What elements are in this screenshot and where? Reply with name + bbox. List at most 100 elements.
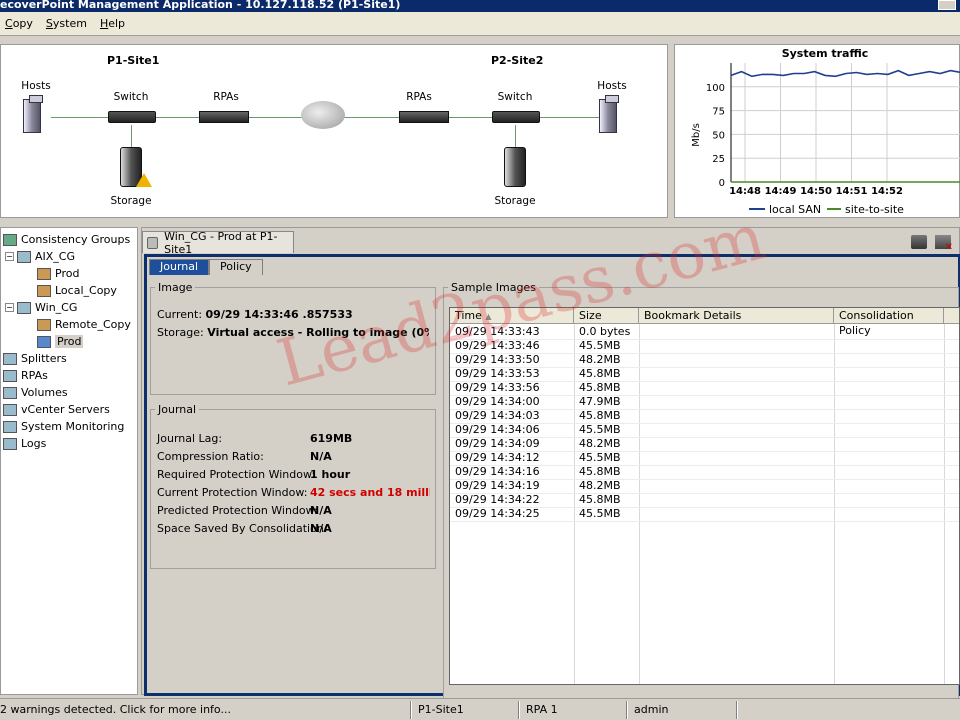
row-size[interactable]: 45.8MB	[574, 493, 639, 507]
collapse-icon[interactable]: −	[5, 303, 14, 312]
site2-label: P2-Site2	[491, 54, 544, 67]
tree-item-aix-local-copy[interactable]: Local_Copy	[37, 284, 117, 297]
column-header-time[interactable]: Time ▲	[450, 308, 574, 324]
tree-item-win-cg[interactable]: − Win_CG	[5, 301, 77, 314]
row-size[interactable]: 48.2MB	[574, 353, 639, 367]
current-window-label: Current Protection Window:	[157, 486, 308, 499]
row-time[interactable]: 09/29 14:33:56	[450, 381, 574, 395]
storage2-icon[interactable]	[504, 147, 526, 187]
navigation-tree: Consistency Groups − AIX_CG Prod Local_Co…	[0, 227, 138, 695]
image-legend: Image	[158, 281, 193, 294]
undock-icon[interactable]	[911, 235, 927, 249]
group-icon	[17, 301, 31, 314]
content-panel: Journal Policy Image Current: 09/29 14:3…	[144, 254, 960, 709]
tree-item-system-monitoring[interactable]: System Monitoring	[3, 420, 124, 433]
tab-policy[interactable]: Policy	[209, 259, 263, 275]
storage1-label: Storage	[110, 195, 152, 207]
tree-item-volumes[interactable]: Volumes	[3, 386, 68, 399]
tree-item-aix-cg[interactable]: − AIX_CG	[5, 250, 75, 263]
row-time[interactable]: 09/29 14:33:53	[450, 367, 574, 381]
tree-item-win-prod[interactable]: Prod	[37, 335, 84, 348]
switch1-icon[interactable]	[108, 111, 156, 123]
row-time[interactable]: 09/29 14:34:12	[450, 451, 574, 465]
tree-item-aix-prod[interactable]: Prod	[37, 267, 79, 280]
copy-icon	[37, 284, 51, 297]
group-icon	[17, 250, 31, 263]
row-size[interactable]: 45.5MB	[574, 451, 639, 465]
tree-item-win-remote-copy[interactable]: Remote_Copy	[37, 318, 131, 331]
chart-ytick-label: 25	[712, 154, 725, 165]
hosts1-label: Hosts	[21, 80, 51, 92]
traffic-chart: System traffic Mb/s 0 25 50 75 100 14:48 14:49…	[691, 47, 960, 216]
space-saved-label: Space Saved By Consolidation:	[157, 522, 328, 535]
compression-ratio-label: Compression Ratio:	[157, 450, 264, 463]
row-size[interactable]: 45.5MB	[574, 339, 639, 353]
hosts1-server-icon[interactable]	[19, 95, 49, 135]
rpas2-icon[interactable]	[399, 111, 449, 123]
column-header-consolidation-policy[interactable]: Consolidation Policy	[834, 308, 944, 337]
tab-win-cg-prod[interactable]: Win_CG - Prod at P1-Site1	[142, 230, 294, 256]
row-size[interactable]: 45.5MB	[574, 423, 639, 437]
monitoring-icon	[3, 420, 17, 433]
close-tab-icon[interactable]	[935, 235, 953, 253]
sort-ascending-icon: ▲	[485, 312, 492, 321]
row-size[interactable]: 45.5MB	[574, 507, 639, 521]
sample-images-table[interactable]: Time ▲ Size Bookmark Details Consolidati…	[449, 307, 960, 685]
copy-icon	[37, 335, 51, 348]
column-header-size[interactable]: Size	[574, 308, 639, 324]
rpa-status: RPA 1	[526, 703, 558, 716]
copy-tab-icon	[147, 236, 159, 249]
row-time[interactable]: 09/29 14:33:50	[450, 353, 574, 367]
chart-xtick-label: 14:52	[871, 186, 903, 197]
menu-help[interactable]: Help	[100, 17, 125, 30]
tree-item-vcenter-servers[interactable]: vCenter Servers	[3, 403, 110, 416]
chart-xtick-label: 14:49	[765, 186, 797, 197]
row-size[interactable]: 47.9MB	[574, 395, 639, 409]
hosts2-server-icon[interactable]	[595, 95, 625, 135]
chart-ytick-label: 0	[719, 178, 725, 189]
row-time[interactable]: 09/29 14:34:22	[450, 493, 574, 507]
current-value: 09/29 14:33:46 .857533	[205, 308, 353, 321]
row-size[interactable]: 45.8MB	[574, 409, 639, 423]
chart-xtick-label: 14:51	[836, 186, 868, 197]
compression-ratio-value: N/A	[310, 450, 332, 463]
row-size[interactable]: 45.8MB	[574, 367, 639, 381]
row-time[interactable]: 09/29 14:34:00	[450, 395, 574, 409]
main-content: Win_CG - Prod at P1-Site1 Journal Policy…	[141, 227, 960, 709]
row-time[interactable]: 09/29 14:34:09	[450, 437, 574, 451]
tab-journal[interactable]: Journal	[149, 259, 210, 275]
warning-icon	[136, 173, 152, 187]
chart-xtick-label: 14:50	[800, 186, 832, 197]
switch2-icon[interactable]	[492, 111, 540, 123]
row-time[interactable]: 09/29 14:33:46	[450, 339, 574, 353]
tree-item-consistency-groups[interactable]: Consistency Groups	[3, 233, 130, 246]
window-title: ecoverPoint Management Application - 10.…	[0, 0, 401, 11]
row-time[interactable]: 09/29 14:34:16	[450, 465, 574, 479]
storage2-label: Storage	[494, 195, 536, 207]
warnings-status[interactable]: 2 warnings detected. Click for more info…	[0, 703, 231, 716]
tree-item-rpas[interactable]: RPAs	[3, 369, 48, 382]
row-time[interactable]: 09/29 14:34:19	[450, 479, 574, 493]
topology-link	[131, 125, 132, 147]
predicted-window-label: Predicted Protection Window:	[157, 504, 318, 517]
collapse-icon[interactable]: −	[5, 252, 14, 261]
row-size[interactable]: 0.0 bytes	[574, 325, 639, 339]
row-time[interactable]: 09/29 14:34:25	[450, 507, 574, 521]
menu-copy[interactable]: Copy	[5, 17, 33, 30]
row-size[interactable]: 45.8MB	[574, 381, 639, 395]
tree-item-splitters[interactable]: Splitters	[3, 352, 67, 365]
row-size[interactable]: 48.2MB	[574, 479, 639, 493]
tree-item-logs[interactable]: Logs	[3, 437, 46, 450]
rpas1-icon[interactable]	[199, 111, 249, 123]
row-size[interactable]: 45.8MB	[574, 465, 639, 479]
legend-label-site-to-site: site-to-site	[845, 203, 904, 216]
journal-lag-label: Journal Lag:	[157, 432, 223, 445]
window-control-button[interactable]	[938, 0, 956, 10]
menu-system[interactable]: System	[46, 17, 87, 30]
image-section: Image Current: 09/29 14:33:46 .857533 St…	[150, 281, 436, 395]
row-time[interactable]: 09/29 14:34:03	[450, 409, 574, 423]
column-header-bookmark-details[interactable]: Bookmark Details	[639, 308, 834, 324]
row-size[interactable]: 48.2MB	[574, 437, 639, 451]
row-time[interactable]: 09/29 14:34:06	[450, 423, 574, 437]
row-time[interactable]: 09/29 14:33:43	[450, 325, 574, 339]
